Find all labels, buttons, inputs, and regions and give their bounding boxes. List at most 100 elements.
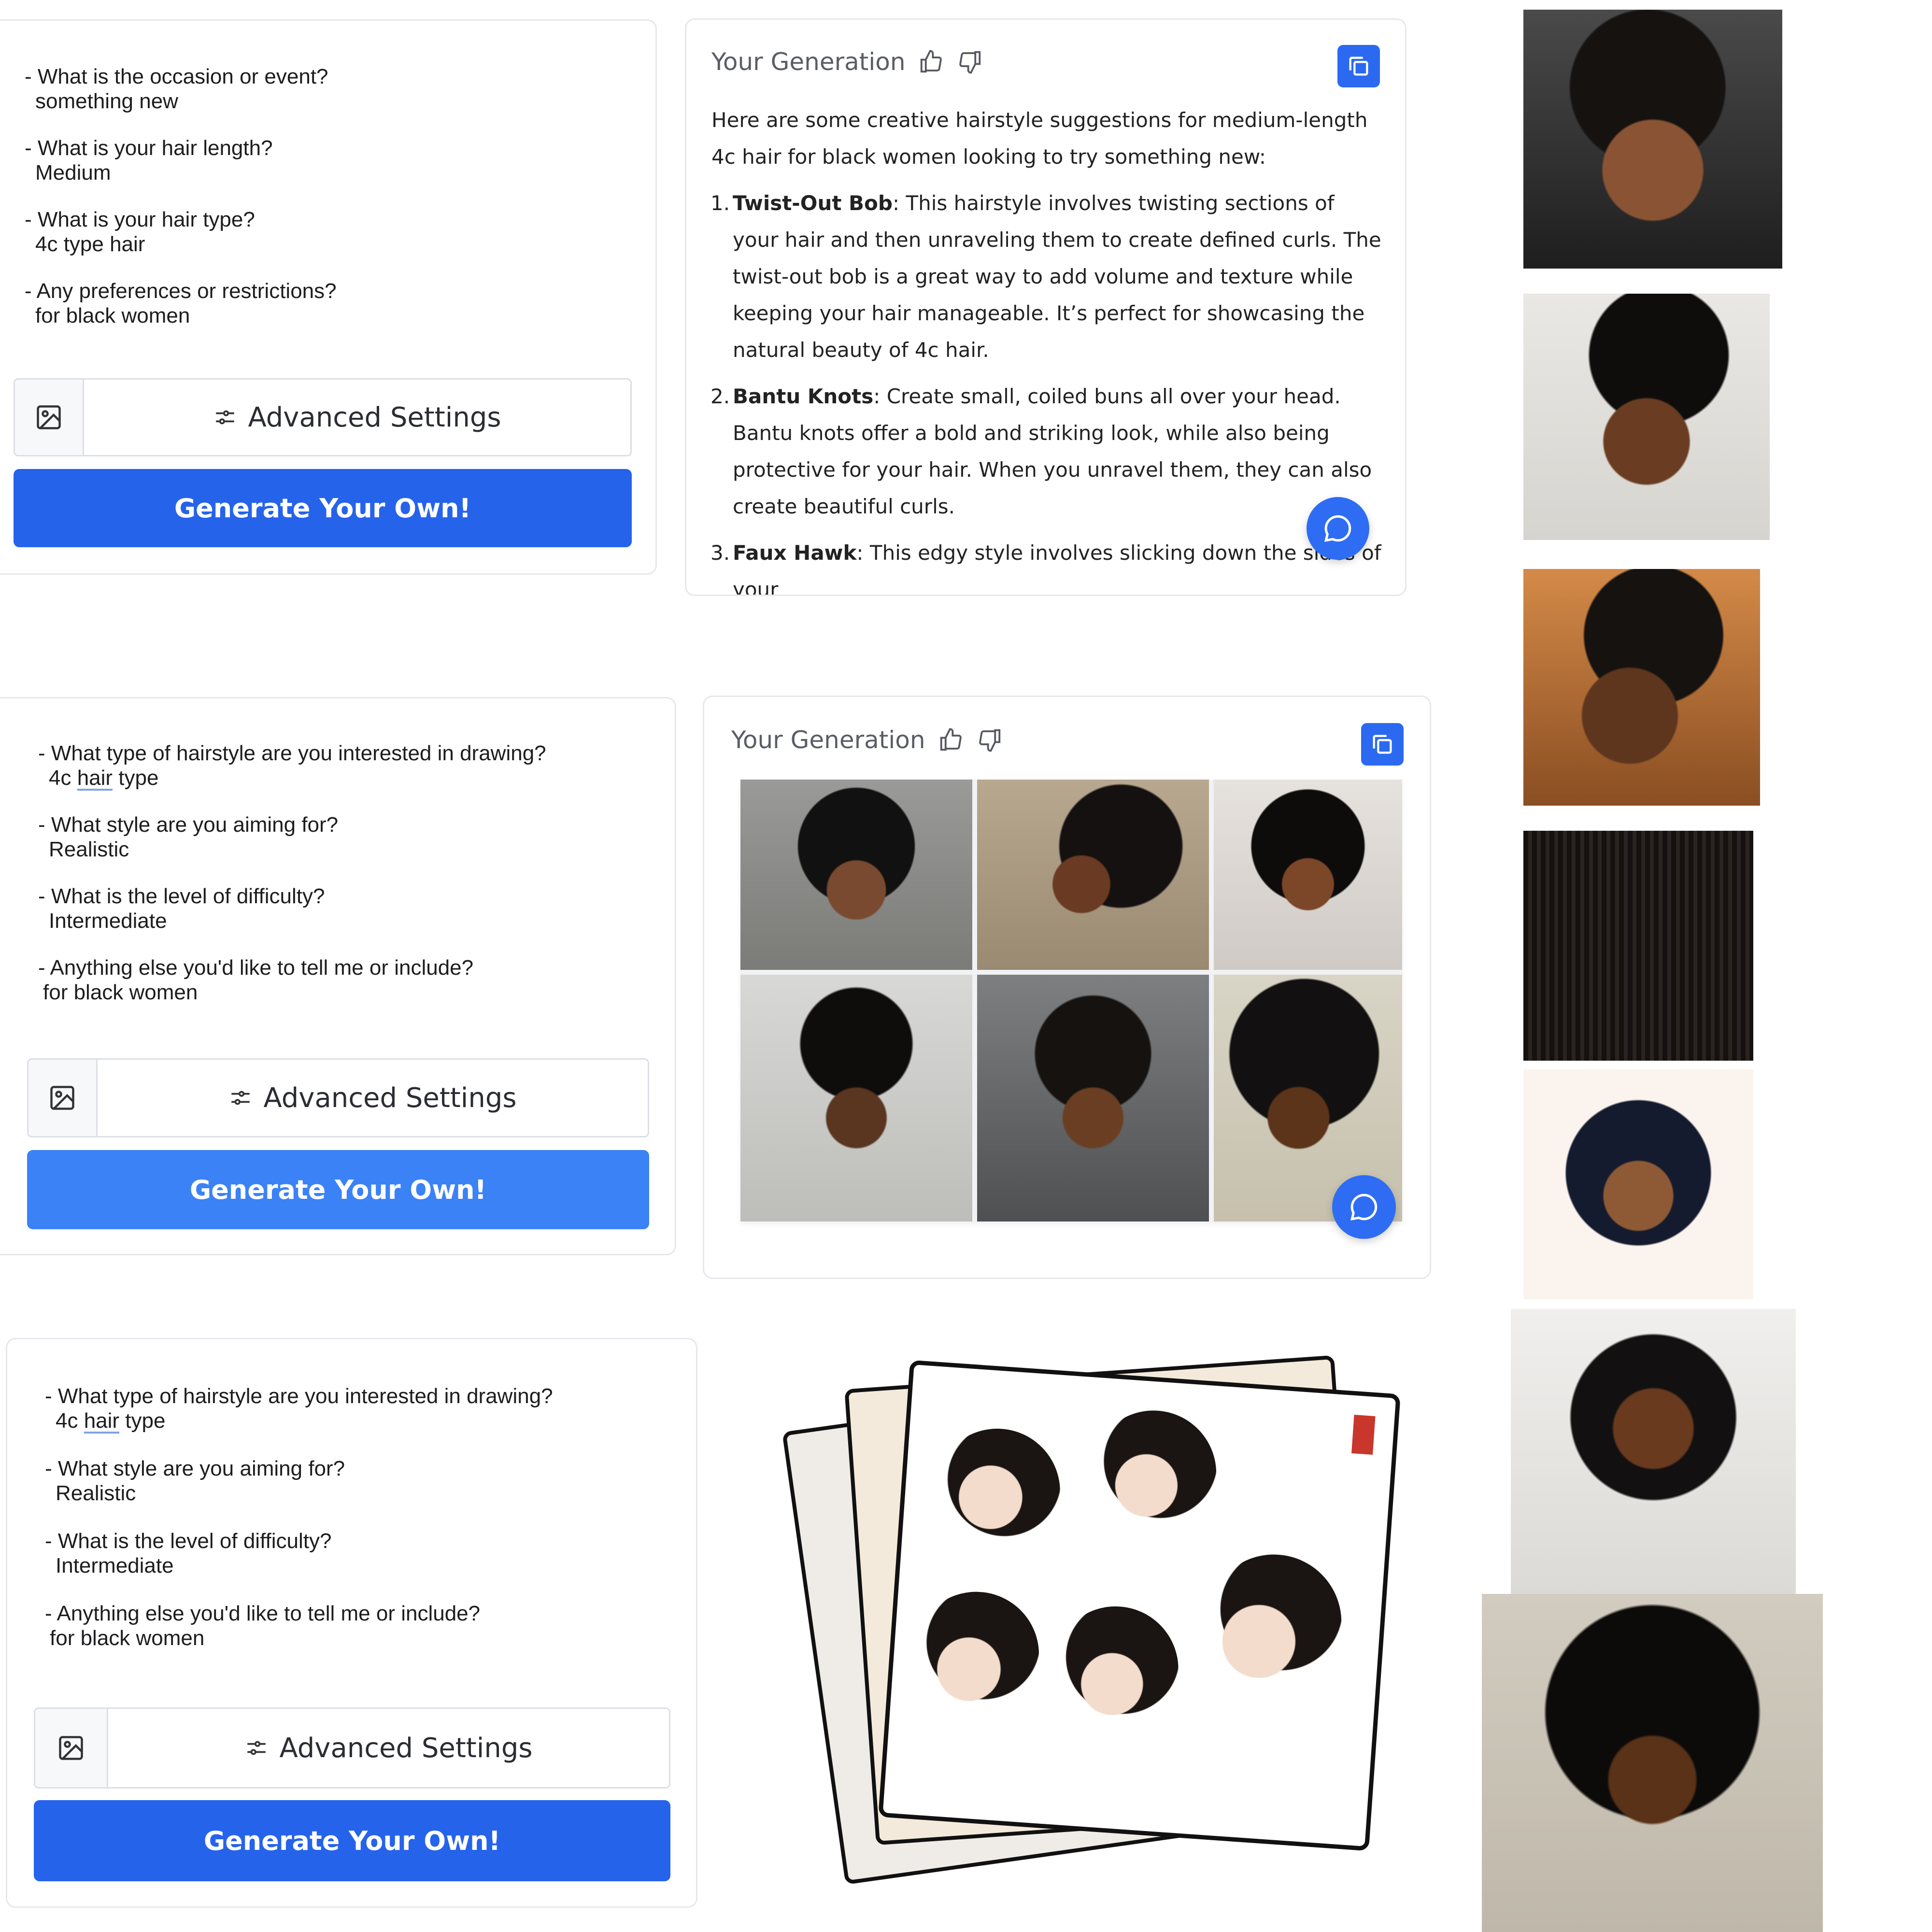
generated-image[interactable] [977, 975, 1209, 1222]
generate-your-own-button[interactable]: Generate Your Own! [14, 469, 632, 547]
thumbs-down-icon[interactable] [977, 727, 1003, 753]
upload-image-button[interactable] [35, 1709, 108, 1787]
advanced-settings-label: Advanced Settings [279, 1732, 533, 1764]
answer-hairstyle-type: 4c hair type [49, 766, 159, 790]
hairstyle-photo [1511, 1309, 1796, 1594]
hairstyle-photo [1523, 831, 1753, 1061]
question-anything-else: - Anything else you'd like to tell me or… [45, 1602, 481, 1625]
sliders-icon [216, 410, 235, 425]
generate-your-own-button[interactable]: Generate Your Own! [27, 1150, 649, 1229]
generated-image[interactable] [1214, 780, 1402, 970]
suggestion-item: 1. Twist-Out Bob: This hairstyle involves… [710, 185, 1383, 369]
advanced-settings-label: Advanced Settings [263, 1082, 517, 1114]
hairstyle-illustration [1523, 1069, 1753, 1299]
generate-label: Generate Your Own! [203, 1825, 501, 1856]
chat-button[interactable] [1307, 497, 1369, 560]
image-icon [59, 1736, 83, 1760]
bun-hairstyle-illustration [1086, 1406, 1221, 1541]
suggestion-item: 2. Bantu Knots: Create small, coiled buns… [710, 378, 1383, 525]
suggestion-number: 3. [710, 541, 730, 565]
suggestion-number: 1. [710, 191, 730, 215]
generate-label: Generate Your Own! [189, 1174, 487, 1205]
generation-intro: Here are some creative hairstyle suggest… [711, 108, 1368, 169]
hairstyle-photo [1482, 1594, 1823, 1932]
generate-label: Generate Your Own! [174, 493, 471, 524]
generation-title: Your Generation [711, 48, 906, 76]
bun-hairstyle-illustration [930, 1424, 1065, 1559]
settings-bar: Advanced Settings [34, 1707, 670, 1789]
answer-anything-else: for black women [43, 980, 198, 1004]
question-hair-type: - What is your hair type? [25, 208, 255, 231]
copy-icon [1349, 57, 1368, 76]
upload-image-button[interactable] [28, 1060, 98, 1136]
generated-image[interactable] [740, 975, 972, 1222]
generation-panel-1: Your Generation Here are some creative h… [685, 18, 1406, 596]
generation-header: Your Generation [731, 726, 1003, 754]
question-style: - What style are you aiming for? [38, 813, 339, 837]
prompt-form-panel-2: - What type of hairstyle are you interes… [0, 697, 676, 1255]
suggestion-list: 1. Twist-Out Bob: This hairstyle involves… [710, 185, 1383, 595]
answer-anything-else: for black women [50, 1626, 205, 1650]
thumbs-up-icon[interactable] [918, 49, 944, 75]
generation-title: Your Generation [731, 726, 925, 754]
prompt-form-panel-1: - What is the occasion or event? somethi… [0, 19, 657, 575]
answer-style: Realistic [49, 838, 129, 861]
copy-button[interactable] [1337, 45, 1380, 87]
question-hair-length: - What is your hair length? [25, 136, 273, 160]
hairstyle-photo [1523, 569, 1760, 806]
bun-hairstyle-illustration [1201, 1550, 1346, 1694]
answer-occasion: something new [35, 89, 178, 113]
generate-your-own-button[interactable]: Generate Your Own! [34, 1800, 670, 1881]
answer-difficulty: Intermediate [49, 909, 167, 933]
suggestion-text: : This hairstyle involves twisting secti… [733, 191, 1381, 362]
advanced-settings-button[interactable]: Advanced Settings [108, 1709, 669, 1787]
stacked-cards-illustration [773, 1343, 1439, 1893]
chat-bubble-icon [1350, 1193, 1378, 1221]
generation-panel-2: Your Generation [703, 696, 1431, 1279]
prompt-form-panel-3: - What type of hairstyle are you interes… [6, 1338, 697, 1908]
image-icon [37, 405, 61, 429]
answer-difficulty: Intermediate [56, 1554, 174, 1577]
question-hairstyle-type: - What type of hairstyle are you interes… [38, 741, 546, 765]
thumbs-down-icon[interactable] [957, 49, 983, 75]
suggestion-item: 3. Faux Hawk: This edgy style involves sl… [710, 535, 1383, 595]
thumbs-up-icon[interactable] [938, 727, 964, 753]
bun-hairstyle-illustration [909, 1587, 1043, 1722]
advanced-settings-button[interactable]: Advanced Settings [84, 380, 630, 455]
answer-hair-type: 4c type hair [35, 232, 145, 256]
suggestion-name: Bantu Knots [733, 384, 874, 408]
sliders-icon [231, 1091, 250, 1105]
bun-hairstyle-illustration [1048, 1602, 1183, 1736]
answer-hair-length: Medium [35, 161, 111, 185]
sliders-icon [247, 1741, 266, 1755]
generated-image[interactable] [740, 780, 972, 970]
question-hairstyle-type: - What type of hairstyle are you interes… [45, 1384, 553, 1408]
upload-image-button[interactable] [15, 380, 84, 455]
front-card [878, 1360, 1401, 1851]
settings-bar: Advanced Settings [14, 378, 632, 456]
question-anything-else: - Anything else you'd like to tell me or… [38, 956, 474, 980]
image-icon [50, 1086, 74, 1110]
question-style: - What style are you aiming for? [45, 1457, 345, 1480]
suggestion-name: Faux Hawk [733, 541, 857, 565]
advanced-settings-button[interactable]: Advanced Settings [98, 1060, 648, 1136]
copy-button[interactable] [1361, 723, 1404, 766]
image-grid [740, 780, 1402, 1222]
qa-list: - What is the occasion or event? somethi… [25, 64, 337, 328]
answer-preferences: for black women [35, 304, 190, 327]
hairstyle-photo [1523, 294, 1770, 540]
chat-button[interactable] [1332, 1175, 1396, 1239]
qa-list: - What type of hairstyle are you interes… [45, 1384, 553, 1650]
question-difficulty: - What is the level of difficulty? [45, 1529, 332, 1553]
generation-text: Here are some creative hairstyle suggest… [710, 102, 1383, 595]
qa-list: - What type of hairstyle are you interes… [38, 741, 546, 1005]
question-difficulty: - What is the level of difficulty? [38, 884, 325, 908]
copy-icon [1373, 735, 1392, 754]
generation-header: Your Generation [711, 48, 983, 76]
answer-hairstyle-type: 4c hair type [56, 1409, 166, 1433]
generated-image[interactable] [977, 780, 1209, 970]
hairstyle-photo [1523, 10, 1782, 269]
question-occasion: - What is the occasion or event? [25, 65, 328, 88]
answer-style: Realistic [56, 1481, 136, 1505]
suggestion-name: Twist-Out Bob [733, 191, 893, 215]
